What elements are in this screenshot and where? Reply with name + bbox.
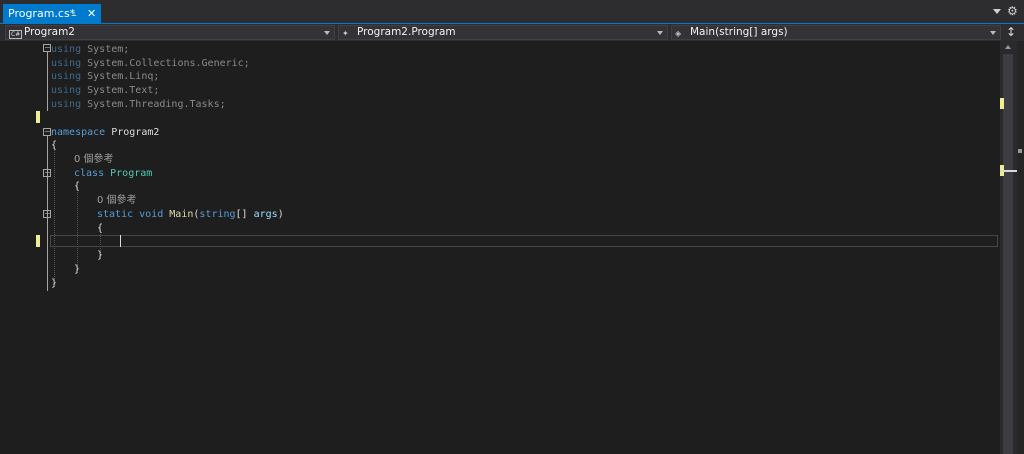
- scroll-up-icon[interactable]: [1005, 45, 1011, 49]
- outline-line: [47, 52, 48, 111]
- brace: {: [74, 181, 81, 192]
- change-marker: [36, 235, 40, 247]
- keyword: using: [51, 58, 82, 69]
- type-dropdown-value: Program2.Program: [357, 26, 456, 38]
- collapse-icon[interactable]: −: [43, 128, 51, 136]
- vertical-scrollbar[interactable]: [1000, 41, 1017, 454]
- method-icon: ◈: [675, 29, 682, 38]
- indent-guide: [77, 187, 78, 273]
- scrollbar-thumb[interactable]: [1003, 54, 1013, 454]
- project-dropdown-value: Program2: [24, 26, 75, 38]
- chevron-down-icon: [324, 31, 330, 35]
- scrollbar-caret-marker: [1000, 170, 1017, 172]
- tab-list-dropdown-icon[interactable]: [993, 9, 1001, 14]
- project-dropdown[interactable]: C# Program2: [5, 25, 335, 40]
- csharp-project-icon: C#: [9, 30, 23, 39]
- brace: {: [97, 223, 104, 234]
- brackets: []: [235, 209, 254, 220]
- method-name: Main: [169, 209, 194, 220]
- using-namespace: System.Collections.Generic;: [87, 58, 250, 69]
- indent-guide: [54, 147, 55, 287]
- brace: {: [51, 140, 58, 151]
- collapse-icon[interactable]: −: [43, 210, 51, 218]
- code-line-3: using System.Linq;: [51, 70, 159, 83]
- code-line-namespace: namespace Program2: [51, 126, 159, 139]
- tab-program-cs[interactable]: Program.cs* ⫠ ✕: [3, 4, 101, 24]
- close-icon[interactable]: ✕: [87, 4, 96, 24]
- keyword: void: [139, 209, 164, 220]
- class-name: Program: [110, 168, 153, 179]
- code-line-method: static void Main(string[] args): [97, 208, 284, 221]
- chevron-down-icon: [990, 31, 996, 35]
- keyword: using: [51, 99, 82, 110]
- gear-icon[interactable]: ⚙: [1007, 4, 1018, 18]
- keyword: using: [51, 85, 82, 96]
- keyword: namespace: [51, 127, 106, 138]
- codelens-references[interactable]: 0 個參考: [74, 153, 114, 166]
- code-line-1: using System;: [51, 43, 129, 56]
- using-namespace: System;: [87, 44, 130, 55]
- overview-marker: [1018, 149, 1022, 153]
- parameter-name: args: [253, 209, 278, 220]
- overview-margin: [1017, 41, 1024, 454]
- scrollbar-change-marker: [1000, 98, 1004, 109]
- code-line-2: using System.Collections.Generic;: [51, 57, 250, 70]
- keyword: using: [51, 71, 82, 82]
- keyword: string: [199, 209, 236, 220]
- keyword: class: [74, 168, 105, 179]
- using-namespace: System.Text;: [87, 85, 160, 96]
- brace: }: [74, 264, 81, 275]
- chevron-down-icon: [657, 31, 663, 35]
- change-marker: [36, 111, 40, 123]
- code-line-5: using System.Threading.Tasks;: [51, 98, 226, 111]
- brace: }: [51, 278, 58, 289]
- using-namespace: System.Threading.Tasks;: [87, 99, 226, 110]
- current-line-highlight: [50, 235, 998, 247]
- tab-title: Program.cs*: [8, 7, 76, 20]
- type-dropdown[interactable]: ✦ Program2.Program: [338, 25, 668, 40]
- member-dropdown[interactable]: ◈ Main(string[] args): [671, 25, 1001, 40]
- pin-icon[interactable]: ⫠: [71, 4, 76, 24]
- keyword: static: [97, 209, 134, 220]
- codelens-references[interactable]: 0 個參考: [97, 194, 137, 207]
- paren: ): [277, 209, 284, 220]
- navigation-bar: C# Program2 ✦ Program2.Program ◈ Main(st…: [0, 24, 1024, 41]
- using-namespace: System.Linq;: [87, 71, 160, 82]
- code-line-class: class Program: [74, 167, 152, 180]
- collapse-icon[interactable]: −: [43, 44, 51, 52]
- document-tab-strip: Program.cs* ⫠ ✕ ⚙: [0, 0, 1024, 24]
- class-icon: ✦: [342, 29, 349, 38]
- code-line-4: using System.Text;: [51, 84, 159, 97]
- member-dropdown-value: Main(string[] args): [690, 26, 788, 38]
- code-editor[interactable]: − − − − using System; using System.Colle…: [0, 41, 1000, 454]
- namespace-name: Program2: [111, 127, 160, 138]
- keyword: using: [51, 44, 82, 55]
- split-window-icon[interactable]: ↕: [1002, 25, 1020, 40]
- text-caret: [120, 235, 121, 247]
- brace: }: [97, 250, 104, 261]
- collapse-icon[interactable]: −: [43, 169, 51, 177]
